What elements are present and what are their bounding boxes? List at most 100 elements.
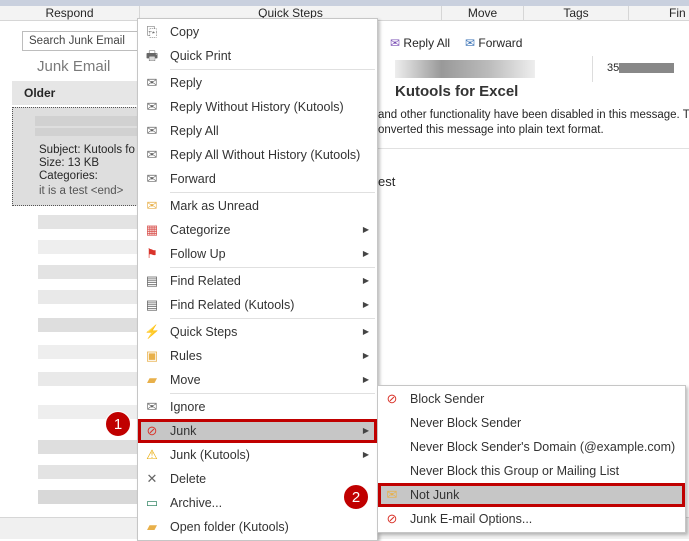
- blurred-message-row: [38, 345, 138, 359]
- group-label: Older: [24, 86, 56, 100]
- menu-item-find-related-kutools[interactable]: ▤ Find Related (Kutools) ▶: [138, 293, 377, 317]
- menu-item-junk-kutools[interactable]: ⚠ Junk (Kutools) ▶: [138, 443, 377, 467]
- menu-item-label: Reply: [170, 76, 202, 90]
- selected-message[interactable]: Subject: Kutools fo Size: 13 KB Categori…: [12, 107, 145, 206]
- menu-item-label: Quick Steps: [170, 325, 238, 339]
- submenu-item-never-block-this-group-or-mailing-list[interactable]: Never Block this Group or Mailing List: [378, 459, 685, 483]
- envelope-icon: ✉: [146, 198, 158, 213]
- menu-item-label: Ignore: [170, 400, 206, 414]
- find-related-icon: ▤: [145, 273, 159, 288]
- menu-item-label: Delete: [170, 472, 207, 486]
- menu-item-reply-all-without-history-kutools[interactable]: ✉ Reply All Without History (Kutools): [138, 143, 377, 167]
- menu-item-label: Junk (Kutools): [170, 448, 250, 462]
- info-line-2: onverted this message into plain text fo…: [378, 124, 604, 136]
- info-line-1: and other functionality have been disabl…: [378, 109, 689, 121]
- message-categories: Categories:: [39, 170, 98, 182]
- menu-item-reply[interactable]: ✉ Reply: [138, 71, 377, 95]
- menu-item-label: Open folder (Kutools): [170, 520, 289, 534]
- reply-all-button[interactable]: ✉ Reply All: [390, 36, 450, 50]
- menu-item-label: Reply All Without History (Kutools): [170, 148, 361, 162]
- block-sender-icon: ⊘: [386, 391, 398, 406]
- divider: [592, 56, 593, 82]
- menu-item-mark-as-unread[interactable]: ✉ Mark as Unread: [138, 194, 377, 218]
- delete-icon: ✕: [146, 471, 158, 486]
- reply-all-icon: ✉: [146, 123, 158, 138]
- menu-item-open-folder-kutools[interactable]: ▰ Open folder (Kutools): [138, 515, 377, 539]
- menu-item-delete[interactable]: ✕ Delete: [138, 467, 377, 491]
- menu-item-label: Never Block Sender: [410, 416, 522, 430]
- junk-submenu: ⊘ Block Sender Never Block Sender Never Blo…: [377, 385, 686, 533]
- menu-item-label: Copy: [170, 25, 200, 39]
- blurred-message-row: [38, 465, 138, 479]
- menu-item-archive[interactable]: ▭ Archive...: [138, 491, 377, 515]
- menu-item-label: Never Block this Group or Mailing List: [410, 464, 620, 478]
- menu-item-label: Categorize: [170, 223, 231, 237]
- submenu-arrow-icon: ▶: [362, 327, 369, 336]
- move-folder-icon: ▰: [147, 372, 157, 387]
- menu-item-quick-steps[interactable]: ⚡ Quick Steps ▶: [138, 320, 377, 344]
- step-badge-2: 2: [343, 484, 369, 510]
- ribbon-group-move[interactable]: Move: [442, 6, 524, 21]
- ribbon-group-tags[interactable]: Tags: [524, 6, 629, 21]
- ribbon-group-respond[interactable]: Respond: [0, 6, 140, 21]
- menu-item-categorize[interactable]: ▦ Categorize ▶: [138, 218, 377, 242]
- forward-icon: ✉: [465, 36, 476, 50]
- submenu-item-junk-e-mail-options[interactable]: ⊘ Junk E-mail Options...: [378, 507, 685, 531]
- menu-item-label: Reply Without History (Kutools): [170, 100, 344, 114]
- blurred-message-row: [38, 265, 138, 279]
- menu-item-follow-up[interactable]: ⚑ Follow Up ▶: [138, 242, 377, 266]
- blurred-message-row: [38, 440, 138, 454]
- menu-item-copy[interactable]: ⎘ Copy: [138, 20, 377, 44]
- ribbon-group-find[interactable]: Fin: [629, 6, 689, 21]
- blurred-message-row: [38, 490, 138, 504]
- step-badge-1: 1: [105, 411, 131, 437]
- menu-item-forward[interactable]: ✉ Forward: [138, 167, 377, 191]
- submenu-item-never-block-sender-s-domain-example-com[interactable]: Never Block Sender's Domain (@example.co…: [378, 435, 685, 459]
- submenu-arrow-icon: ▶: [362, 375, 369, 384]
- menu-item-label: Follow Up: [170, 247, 226, 261]
- search-input[interactable]: Search Junk Email: [22, 31, 142, 51]
- menu-item-rules[interactable]: ▣ Rules ▶: [138, 344, 377, 368]
- flag-icon: ⚑: [146, 246, 158, 261]
- submenu-item-not-junk[interactable]: ✉ Not Junk: [378, 483, 685, 507]
- reply-all-kutools-icon: ✉: [146, 147, 158, 162]
- submenu-arrow-icon: ▶: [362, 276, 369, 285]
- blurred-message-row: [38, 372, 138, 386]
- blurred-message-row: [38, 318, 138, 332]
- menu-item-reply-without-history-kutools[interactable]: ✉ Reply Without History (Kutools): [138, 95, 377, 119]
- menu-item-quick-print[interactable]: 🖶 Quick Print: [138, 44, 377, 68]
- blurred-message-row: [38, 290, 138, 304]
- menu-item-label: Move: [170, 373, 201, 387]
- menu-item-junk[interactable]: ⊘ Junk ▶: [138, 419, 377, 443]
- menu-item-label: Find Related: [170, 274, 241, 288]
- menu-item-label: Reply All: [170, 124, 219, 138]
- categorize-icon: ▦: [145, 222, 159, 237]
- blurred-message-row: [38, 240, 138, 254]
- submenu-arrow-icon: ▶: [362, 225, 369, 234]
- junk-kutools-icon: ⚠: [146, 447, 158, 462]
- submenu-item-never-block-sender[interactable]: Never Block Sender: [378, 411, 685, 435]
- forward-button[interactable]: ✉ Forward: [465, 36, 522, 50]
- menu-item-move[interactable]: ▰ Move ▶: [138, 368, 377, 392]
- group-header-older[interactable]: Older: [12, 81, 142, 105]
- menu-item-reply-all[interactable]: ✉ Reply All: [138, 119, 377, 143]
- junk-options-icon: ⊘: [386, 511, 398, 526]
- find-related-kutools-icon: ▤: [145, 297, 159, 312]
- menu-item-find-related[interactable]: ▤ Find Related ▶: [138, 269, 377, 293]
- junk-icon: ⊘: [146, 423, 158, 438]
- submenu-arrow-icon: ▶: [362, 351, 369, 360]
- message-preview: it is a test <end>: [39, 185, 124, 197]
- blurred-message-row: [38, 215, 138, 229]
- message-size: Size: 13 KB: [39, 157, 100, 169]
- submenu-item-block-sender[interactable]: ⊘ Block Sender: [378, 387, 685, 411]
- menu-item-label: Not Junk: [410, 488, 460, 502]
- copy-icon: ⎘: [146, 24, 158, 39]
- submenu-arrow-icon: ▶: [362, 249, 369, 258]
- submenu-arrow-icon: ▶: [362, 300, 369, 309]
- blurred-sender: [35, 116, 145, 126]
- folder-icon: ▰: [147, 519, 157, 534]
- menu-item-ignore[interactable]: ✉ Ignore: [138, 395, 377, 419]
- folder-title: Junk Email: [37, 58, 111, 75]
- context-menu: ⎘ Copy 🖶 Quick Print ✉ Reply ✉ Reply Without Hi…: [137, 18, 378, 541]
- blurred-line: [35, 128, 145, 136]
